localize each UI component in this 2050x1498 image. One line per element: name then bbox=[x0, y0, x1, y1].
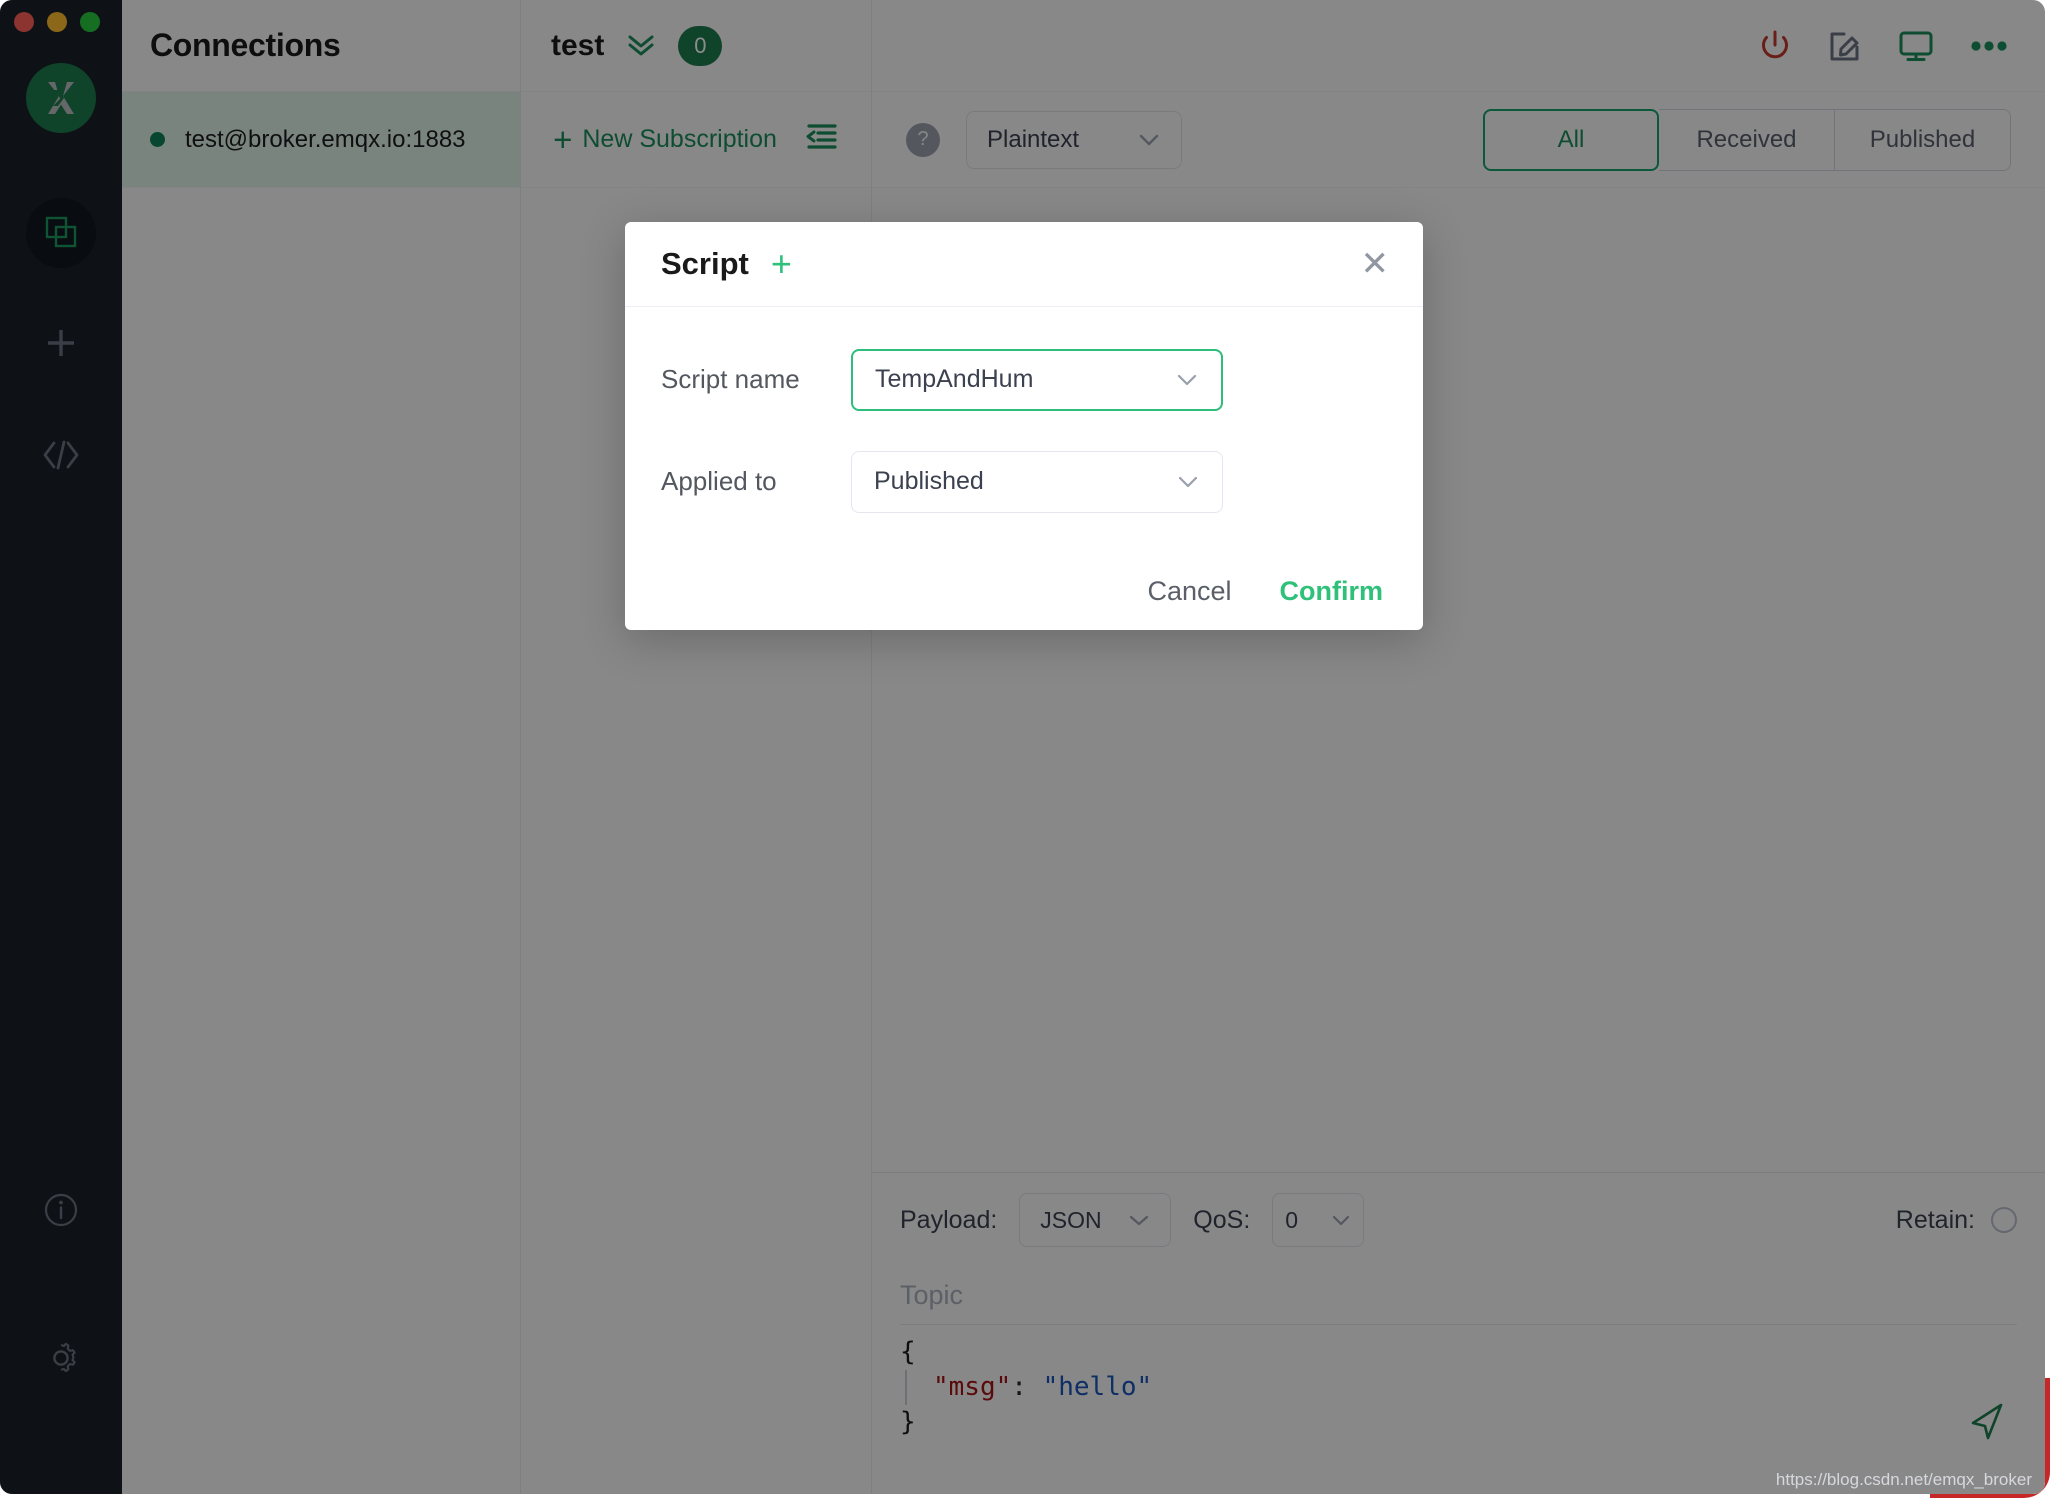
mqttx-window: Connections test@broker.emqx.io:1883 tes… bbox=[0, 0, 2045, 1494]
modal-footer: Cancel Confirm bbox=[625, 553, 1423, 630]
chevron-down-icon bbox=[1176, 474, 1200, 490]
script-name-value: TempAndHum bbox=[875, 365, 1033, 394]
cancel-button[interactable]: Cancel bbox=[1147, 576, 1231, 607]
confirm-button[interactable]: Confirm bbox=[1280, 576, 1384, 607]
script-modal: Script + ✕ Script name TempAndHum Applie… bbox=[625, 222, 1423, 630]
script-name-label: Script name bbox=[661, 364, 851, 395]
app-root: Connections test@broker.emqx.io:1883 tes… bbox=[0, 0, 2050, 1498]
applied-to-select[interactable]: Published bbox=[851, 451, 1223, 513]
modal-title: Script bbox=[661, 246, 749, 282]
applied-to-value: Published bbox=[874, 467, 984, 496]
modal-header: Script + ✕ bbox=[625, 222, 1423, 307]
add-script-icon[interactable]: + bbox=[771, 246, 792, 282]
close-icon[interactable]: ✕ bbox=[1361, 247, 1390, 281]
form-row-script-name: Script name TempAndHum bbox=[661, 349, 1387, 411]
script-name-select[interactable]: TempAndHum bbox=[851, 349, 1223, 411]
chevron-down-icon bbox=[1175, 372, 1199, 388]
applied-to-label: Applied to bbox=[661, 466, 851, 497]
modal-body: Script name TempAndHum Applied to Publis… bbox=[625, 307, 1423, 553]
form-row-applied-to: Applied to Published bbox=[661, 451, 1387, 513]
watermark: https://blog.csdn.net/emqx_broker bbox=[1776, 1470, 2032, 1490]
